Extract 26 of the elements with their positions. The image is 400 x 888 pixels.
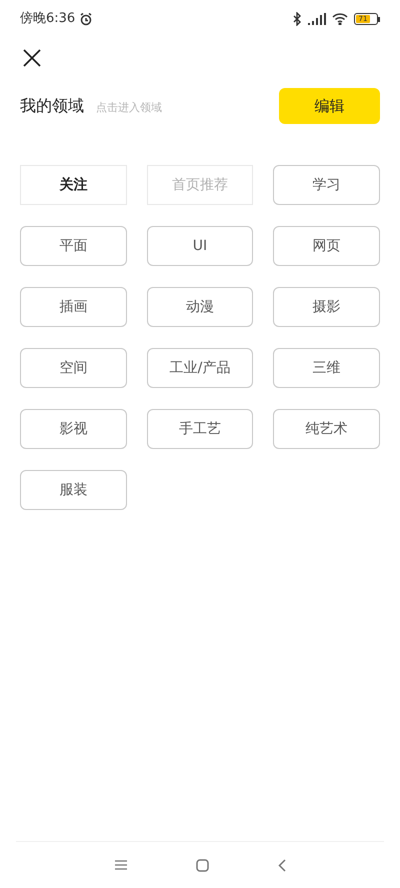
home-icon[interactable]: [196, 858, 210, 872]
signal-icon: [308, 13, 326, 25]
domain-tag[interactable]: 动漫: [146, 287, 254, 327]
domain-tag[interactable]: 工业/产品: [146, 348, 254, 388]
domain-tag[interactable]: 服装: [20, 470, 127, 510]
domain-tag[interactable]: 插画: [20, 287, 127, 327]
back-icon[interactable]: [278, 858, 286, 872]
domain-tag[interactable]: 平面: [20, 226, 127, 266]
hint-text: 点击进入领域: [96, 100, 162, 116]
domain-tag[interactable]: 空间: [20, 348, 127, 388]
alarm-icon: [79, 12, 94, 26]
domain-tag[interactable]: 影视: [20, 409, 127, 449]
domain-tag[interactable]: UI: [146, 226, 254, 266]
domain-tag[interactable]: 关注: [20, 165, 127, 205]
domain-tag[interactable]: 手工艺: [146, 409, 254, 449]
wifi-icon: [332, 13, 348, 25]
bluetooth-icon: [293, 12, 302, 26]
domain-tag[interactable]: 网页: [273, 226, 380, 266]
domain-tag[interactable]: 摄影: [273, 287, 380, 327]
menu-icon[interactable]: [114, 859, 128, 871]
edit-button[interactable]: 编辑: [279, 88, 380, 124]
status-time: 傍晚6:36: [20, 10, 76, 28]
domain-tag[interactable]: 三维: [273, 348, 380, 388]
section-title: 我的领域: [20, 95, 84, 117]
domain-tag[interactable]: 纯艺术: [273, 409, 380, 449]
domain-tag[interactable]: 学习: [273, 165, 380, 205]
